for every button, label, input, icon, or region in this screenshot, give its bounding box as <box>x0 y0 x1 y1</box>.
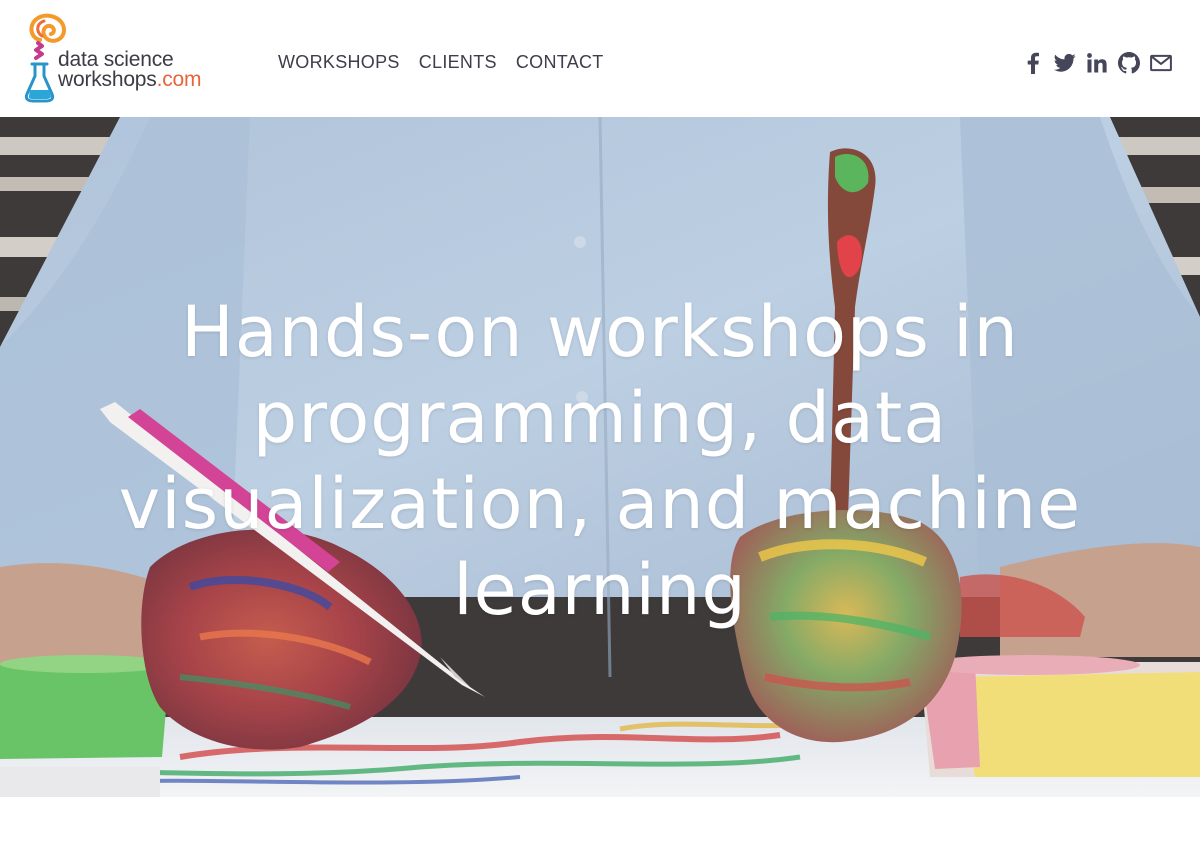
logo-line-2: workshops.com <box>58 68 202 91</box>
hero-banner: Hands-on workshops in programming, data … <box>0 117 1200 797</box>
main-nav: WORKSHOPS CLIENTS CONTACT <box>278 52 604 73</box>
nav-workshops[interactable]: WORKSHOPS <box>278 52 400 73</box>
nav-clients[interactable]: CLIENTS <box>419 52 497 73</box>
email-icon[interactable] <box>1150 52 1172 74</box>
site-header: data science workshops.com WORKSHOPS CLI… <box>0 0 1200 117</box>
social-links <box>1022 52 1172 74</box>
github-icon[interactable] <box>1118 52 1140 74</box>
logo-line-1: data science <box>58 48 174 71</box>
logo-workshops: workshops <box>58 68 157 91</box>
facebook-icon[interactable] <box>1022 52 1044 74</box>
linkedin-icon[interactable] <box>1086 52 1108 74</box>
site-logo[interactable]: data science workshops.com <box>24 10 239 105</box>
logo-dotcom: .com <box>156 68 202 91</box>
logo-wordmark: data science workshops.com <box>58 48 202 91</box>
hero-title: Hands-on workshops in programming, data … <box>118 291 1082 631</box>
nav-contact[interactable]: CONTACT <box>516 52 604 73</box>
twitter-icon[interactable] <box>1054 52 1076 74</box>
